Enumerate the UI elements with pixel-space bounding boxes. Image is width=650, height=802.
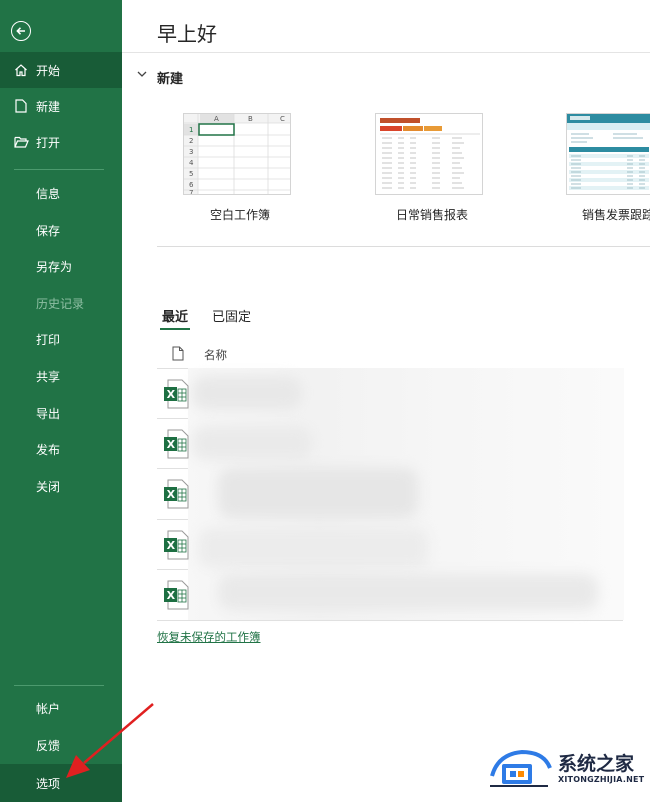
sidebar-item-history: 历史记录 [0, 285, 122, 321]
sidebar-item-label: 选项 [36, 776, 61, 791]
recent-file-row[interactable]: X [157, 520, 623, 570]
section-divider [157, 246, 650, 247]
sidebar-item-label: 历史记录 [36, 296, 85, 311]
sidebar-item-feedback[interactable]: 反馈 [0, 727, 122, 763]
template-daily-sales-report[interactable] [375, 113, 483, 195]
template-label: 销售发票跟踪 [582, 208, 650, 222]
svg-text:6: 6 [189, 181, 194, 189]
sidebar-item-label: 帐户 [36, 701, 61, 716]
sidebar-item-save-as[interactable]: 另存为 [0, 248, 122, 284]
home-icon [13, 62, 29, 78]
sidebar-item-info[interactable]: 信息 [0, 175, 122, 211]
excel-file-icon: X [164, 379, 189, 409]
site-watermark: 系统之家 XITONGZHIJIA.NET [488, 746, 648, 796]
sidebar-item-label: 关闭 [36, 479, 61, 494]
backstage-sidebar: 开始 新建 打开 信息 保存 另存为 历史记录 打印 共享 导出 发布 关闭 帐… [0, 0, 122, 802]
template-label: 日常销售报表 [396, 208, 469, 222]
svg-text:B: B [248, 115, 253, 123]
svg-text:X: X [167, 488, 176, 501]
svg-text:A: A [214, 115, 219, 123]
sidebar-item-label: 反馈 [36, 738, 61, 753]
blank-workbook-thumbnail: A B C 1 2 3 4 5 67 [183, 113, 291, 195]
svg-text:1: 1 [189, 126, 193, 134]
row-divider [157, 620, 623, 621]
svg-text:3: 3 [189, 148, 193, 156]
svg-text:5: 5 [189, 170, 193, 178]
new-document-icon [13, 98, 29, 114]
chevron-down-icon[interactable] [137, 70, 147, 78]
sidebar-item-label: 打开 [36, 135, 61, 150]
recent-file-row[interactable]: X [157, 570, 623, 620]
open-folder-icon [13, 134, 29, 150]
sidebar-item-share[interactable]: 共享 [0, 358, 122, 394]
svg-text:X: X [167, 589, 176, 602]
watermark-title: 系统之家 [558, 753, 635, 775]
header-divider [122, 52, 650, 53]
sidebar-item-account[interactable]: 帐户 [0, 690, 122, 726]
invoice-tracking-thumbnail [566, 113, 650, 195]
recent-file-row[interactable]: X [157, 369, 623, 419]
sidebar-item-close[interactable]: 关闭 [0, 468, 122, 504]
sidebar-item-new[interactable]: 新建 [0, 88, 122, 124]
svg-text:X: X [167, 539, 176, 552]
sidebar-item-label: 共享 [36, 369, 61, 384]
sidebar-item-label: 开始 [36, 63, 61, 78]
svg-text:C: C [280, 115, 285, 123]
page-title: 早上好 [157, 22, 217, 46]
back-arrow-icon[interactable] [11, 21, 31, 41]
excel-file-icon: X [164, 530, 189, 560]
excel-file-icon: X [164, 479, 189, 509]
column-header-name[interactable]: 名称 [204, 347, 227, 363]
recover-unsaved-workbooks-link[interactable]: 恢复未保存的工作簿 [157, 629, 261, 645]
sidebar-item-print[interactable]: 打印 [0, 321, 122, 357]
svg-text:X: X [167, 438, 176, 451]
recent-file-row[interactable]: X [157, 419, 623, 469]
sidebar-item-label: 信息 [36, 186, 61, 201]
sidebar-item-label: 发布 [36, 442, 61, 457]
template-label: 空白工作簿 [210, 208, 271, 222]
sidebar-item-publish[interactable]: 发布 [0, 431, 122, 467]
file-type-icon [172, 346, 184, 361]
sidebar-item-label: 导出 [36, 406, 61, 421]
watermark-logo-icon [490, 749, 552, 787]
template-blank-workbook[interactable]: A B C 1 2 3 4 5 67 [183, 113, 291, 195]
sidebar-item-label: 打印 [36, 332, 61, 347]
svg-text:7: 7 [189, 189, 193, 195]
excel-file-icon: X [164, 580, 189, 610]
sidebar-item-label: 新建 [36, 99, 61, 114]
sidebar-item-save[interactable]: 保存 [0, 212, 122, 248]
recent-file-row[interactable]: X [157, 469, 623, 519]
sidebar-item-open[interactable]: 打开 [0, 124, 122, 160]
sidebar-item-home[interactable]: 开始 [0, 52, 122, 88]
svg-text:X: X [167, 388, 176, 401]
svg-text:4: 4 [189, 159, 194, 167]
sidebar-divider [14, 685, 104, 686]
excel-file-icon: X [164, 429, 189, 459]
sales-report-thumbnail [375, 113, 483, 195]
sidebar-item-options[interactable]: 选项 [0, 764, 122, 802]
sidebar-divider [14, 169, 104, 170]
tab-pinned[interactable]: 已固定 [212, 306, 251, 325]
active-tab-indicator [160, 328, 190, 330]
template-sales-invoice-tracking[interactable] [566, 113, 650, 195]
sidebar-item-label: 保存 [36, 223, 61, 238]
sidebar-item-export[interactable]: 导出 [0, 395, 122, 431]
watermark-subtitle: XITONGZHIJIA.NET [558, 775, 645, 784]
new-section-title: 新建 [157, 72, 184, 87]
tab-recent[interactable]: 最近 [162, 306, 188, 325]
sidebar-item-label: 另存为 [36, 259, 73, 274]
svg-text:2: 2 [189, 137, 193, 145]
